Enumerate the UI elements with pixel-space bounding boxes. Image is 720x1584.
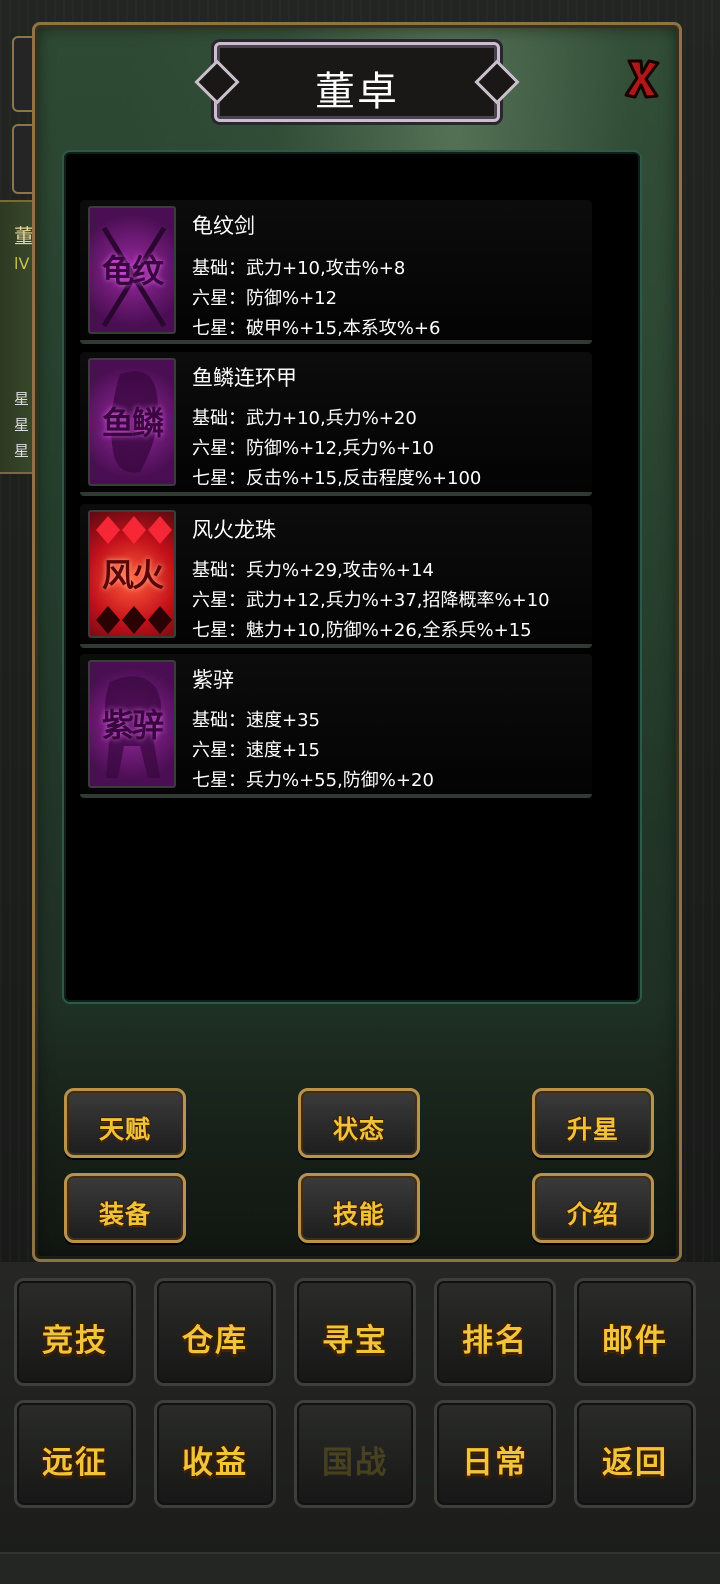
stat-six-star: 六星：防御%+12 — [192, 288, 338, 309]
stat-base: 基础：武力+10,攻击%+8 — [192, 258, 406, 279]
horse-icon: 紫骍 — [88, 660, 176, 788]
nav-treasure-button[interactable]: 寻宝 — [294, 1278, 416, 1386]
equipment-item[interactable]: 龟纹 龟纹剑 基础：武力+10,攻击%+8 六星：防御%+12 七星：破甲%+1… — [80, 200, 592, 344]
stat-seven-star: 七星：魅力+10,防御%+26,全系兵%+15 — [192, 620, 532, 641]
star-up-button[interactable]: 升星 — [532, 1088, 654, 1158]
intro-button[interactable]: 介绍 — [532, 1173, 654, 1243]
title-plate: 董卓 — [214, 42, 500, 122]
talent-button[interactable]: 天赋 — [64, 1088, 186, 1158]
stat-six-star: 六星：武力+12,兵力%+37,招降概率%+10 — [192, 590, 550, 611]
nav-back-button[interactable]: 返回 — [574, 1400, 696, 1508]
equipment-name: 鱼鳞连环甲 — [192, 366, 297, 390]
equipment-button[interactable]: 装备 — [64, 1173, 186, 1243]
nav-national-war-button[interactable]: 国战 — [294, 1400, 416, 1508]
stat-six-star: 六星：防御%+12,兵力%+10 — [192, 438, 434, 459]
peek-level: lV — [14, 254, 30, 273]
stat-seven-star: 七星：兵力%+55,防御%+20 — [192, 770, 434, 791]
peek-row: 星 — [14, 390, 30, 408]
nav-warehouse-button[interactable]: 仓库 — [154, 1278, 276, 1386]
close-button[interactable] — [622, 55, 662, 101]
equipment-item[interactable]: 鱼鳞 鱼鳞连环甲 基础：武力+10,兵力%+20 六星：防御%+12,兵力%+1… — [80, 352, 592, 496]
peek-row: 星 — [14, 442, 30, 460]
peek-row: 星 — [14, 416, 30, 434]
equipment-name: 紫骍 — [192, 668, 234, 692]
close-icon — [624, 59, 660, 99]
armor-icon: 鱼鳞 — [88, 358, 176, 486]
nav-expedition-button[interactable]: 远征 — [14, 1400, 136, 1508]
stat-seven-star: 七星：反击%+15,反击程度%+100 — [192, 468, 482, 489]
equipment-item[interactable]: 紫骍 紫骍 基础：速度+35 六星：速度+15 七星：兵力%+55,防御%+20 — [80, 654, 592, 798]
turtle-sword-icon: 龟纹 — [88, 206, 176, 334]
nav-daily-button[interactable]: 日常 — [434, 1400, 556, 1508]
stat-base: 基础：兵力%+29,攻击%+14 — [192, 560, 434, 581]
skill-button[interactable]: 技能 — [298, 1173, 420, 1243]
nav-ranking-button[interactable]: 排名 — [434, 1278, 556, 1386]
equipment-item[interactable]: 风火 风火龙珠 基础：兵力%+29,攻击%+14 六星：武力+12,兵力%+37… — [80, 504, 592, 648]
equipment-name: 风火龙珠 — [192, 518, 276, 542]
bottom-bar — [0, 1552, 720, 1584]
stat-six-star: 六星：速度+15 — [192, 740, 320, 761]
dragon-pearl-icon: 风火 — [88, 510, 176, 638]
nav-mail-button[interactable]: 邮件 — [574, 1278, 696, 1386]
nav-income-button[interactable]: 收益 — [154, 1400, 276, 1508]
stat-base: 基础：速度+35 — [192, 710, 320, 731]
stat-seven-star: 七星：破甲%+15,本系攻%+6 — [192, 318, 441, 339]
equipment-name: 龟纹剑 — [192, 214, 255, 238]
peek-name: 董 — [14, 224, 34, 248]
dialog-title: 董卓 — [315, 69, 399, 115]
nav-arena-button[interactable]: 竞技 — [14, 1278, 136, 1386]
status-button[interactable]: 状态 — [298, 1088, 420, 1158]
stat-base: 基础：武力+10,兵力%+20 — [192, 408, 417, 429]
